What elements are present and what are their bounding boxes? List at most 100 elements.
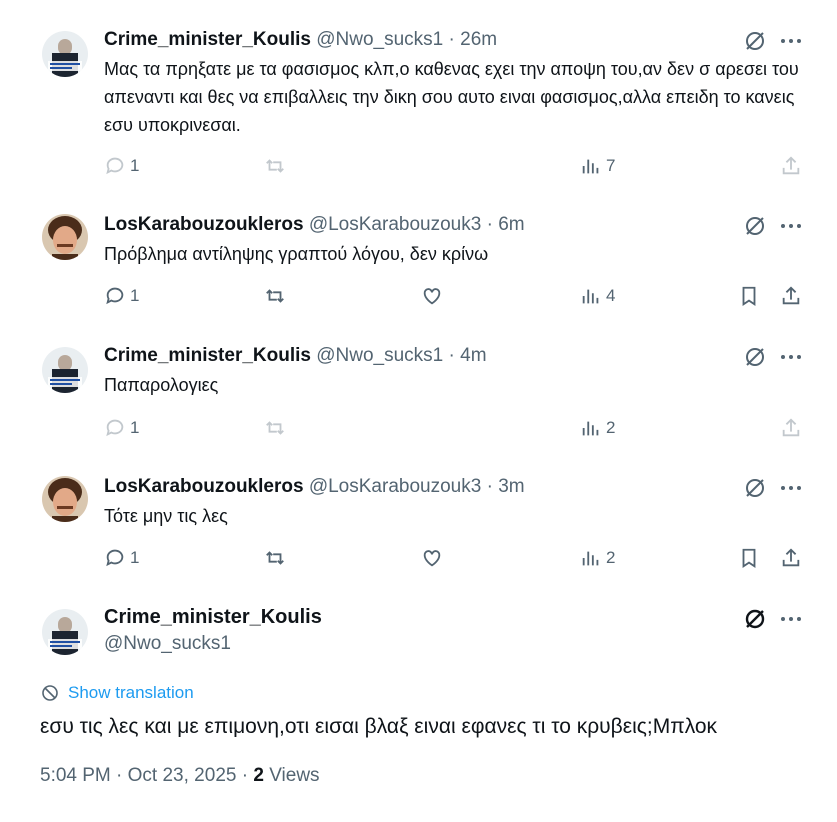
more-icon[interactable] xyxy=(778,214,804,238)
tweet-header: LosKarabouzoukleros @LosKarabouzouk3 · 6… xyxy=(104,212,525,238)
more-icon[interactable] xyxy=(778,29,804,53)
reply-count: 1 xyxy=(130,548,140,567)
author-handle[interactable]: @LosKarabouzouk3 xyxy=(309,214,481,235)
avatar[interactable] xyxy=(42,214,88,260)
tweet-actions: 1 7 xyxy=(0,155,837,181)
views-count: 2 xyxy=(606,548,616,567)
views-icon xyxy=(582,421,599,436)
tweet-header: Crime_minister_Koulis @Nwo_sucks1 · 26m xyxy=(104,27,497,53)
share-button[interactable] xyxy=(780,547,802,569)
more-icon[interactable] xyxy=(778,607,804,631)
main-tweet-text: εσυ τις λες και με επιμονη,οτι εισαι βλα… xyxy=(40,715,718,738)
separator: · xyxy=(486,476,493,497)
avatar[interactable] xyxy=(42,347,88,393)
bookmark-button[interactable] xyxy=(738,547,760,569)
views-icon xyxy=(582,551,599,566)
bookmark-button[interactable] xyxy=(738,285,760,307)
author-name[interactable]: Crime_minister_Koulis xyxy=(104,345,311,366)
author-handle[interactable]: @Nwo_sucks1 xyxy=(316,29,443,50)
views-button[interactable]: 2 xyxy=(580,417,615,439)
separator: · xyxy=(448,345,455,366)
show-translation-link[interactable]: Show translation xyxy=(40,683,194,703)
tweet-time[interactable]: 5:04 PM xyxy=(40,765,111,786)
views-count: 4 xyxy=(606,286,616,305)
reply-button[interactable]: 1 xyxy=(104,417,139,439)
retweet-button[interactable] xyxy=(264,417,286,439)
bookmark-icon xyxy=(742,548,756,568)
timestamp[interactable]: 3m xyxy=(498,476,524,497)
grok-icon[interactable] xyxy=(743,476,767,500)
views-button[interactable]: 4 xyxy=(580,285,615,307)
separator: · xyxy=(448,29,455,50)
separator: · xyxy=(116,765,123,786)
retweet-button[interactable] xyxy=(264,547,286,569)
more-icon[interactable] xyxy=(778,345,804,369)
main-author-name[interactable]: Crime_minister_Koulis xyxy=(104,606,322,629)
views-count: 2 xyxy=(606,418,616,437)
main-author-handle[interactable]: @Nwo_sucks1 xyxy=(104,633,231,655)
tweet-actions: 1 2 xyxy=(0,417,837,443)
author-name[interactable]: LosKarabouzoukleros xyxy=(104,476,304,497)
author-handle[interactable]: @LosKarabouzouk3 xyxy=(309,476,481,497)
tweet-text: Πρόβλημα αντίληψης γραπτού λόγου, δεν κρ… xyxy=(104,244,489,264)
tweet-meta: 5:04 PM · Oct 23, 2025 · 2 Views xyxy=(40,765,320,787)
share-button[interactable] xyxy=(780,155,802,177)
reply-count: 1 xyxy=(130,156,140,175)
reply-button[interactable]: 1 xyxy=(104,285,139,307)
reply-count: 1 xyxy=(130,418,140,437)
retweet-icon xyxy=(266,421,284,435)
share-button[interactable] xyxy=(780,285,802,307)
views-button[interactable]: 2 xyxy=(580,547,615,569)
author-name[interactable]: Crime_minister_Koulis xyxy=(104,29,311,50)
views-label: Views xyxy=(269,765,320,786)
avatar[interactable] xyxy=(42,31,88,77)
views-count: 7 xyxy=(606,156,616,175)
like-button[interactable] xyxy=(421,547,443,569)
reply-icon xyxy=(106,549,124,567)
like-icon xyxy=(423,550,441,567)
share-icon xyxy=(782,418,800,437)
like-button[interactable] xyxy=(421,285,443,307)
timestamp[interactable]: 6m xyxy=(498,214,524,235)
tweet-text: Παπαρολογιες xyxy=(104,375,219,395)
author-handle[interactable]: @Nwo_sucks1 xyxy=(316,345,443,366)
separator: · xyxy=(486,214,493,235)
views-icon xyxy=(582,289,599,304)
share-icon xyxy=(782,548,800,567)
avatar[interactable] xyxy=(42,609,88,655)
like-icon xyxy=(423,288,441,305)
retweet-button[interactable] xyxy=(264,155,286,177)
bookmark-icon xyxy=(742,286,756,306)
views-icon xyxy=(582,159,599,174)
separator: · xyxy=(241,765,249,786)
share-icon xyxy=(782,156,800,175)
reply-button[interactable]: 1 xyxy=(104,547,139,569)
tweet-actions: 1 4 xyxy=(0,285,837,311)
grok-icon[interactable] xyxy=(743,345,767,369)
reply-icon xyxy=(106,157,124,175)
tweet-header: LosKarabouzoukleros @LosKarabouzouk3 · 3… xyxy=(104,474,525,500)
retweet-icon xyxy=(266,289,284,303)
tweet-actions: 1 2 xyxy=(0,547,837,573)
reply-button[interactable]: 1 xyxy=(104,155,139,177)
more-icon[interactable] xyxy=(778,476,804,500)
views-button[interactable]: 7 xyxy=(580,155,615,177)
avatar[interactable] xyxy=(42,476,88,522)
grok-icon[interactable] xyxy=(743,214,767,238)
views-count: 2 xyxy=(253,765,264,786)
timestamp[interactable]: 4m xyxy=(460,345,486,366)
timestamp[interactable]: 26m xyxy=(460,29,497,50)
globe-icon xyxy=(42,685,58,701)
reply-icon xyxy=(106,287,124,305)
grok-icon[interactable] xyxy=(743,607,767,631)
reply-icon xyxy=(106,419,124,437)
tweet-date[interactable]: Oct 23, 2025 xyxy=(128,765,237,786)
grok-icon[interactable] xyxy=(743,29,767,53)
share-button[interactable] xyxy=(780,417,802,439)
share-icon xyxy=(782,286,800,305)
retweet-icon xyxy=(266,551,284,565)
retweet-button[interactable] xyxy=(264,285,286,307)
author-name[interactable]: LosKarabouzoukleros xyxy=(104,214,304,235)
reply-count: 1 xyxy=(130,286,140,305)
tweet-text: Τότε μην τις λες xyxy=(104,506,228,526)
